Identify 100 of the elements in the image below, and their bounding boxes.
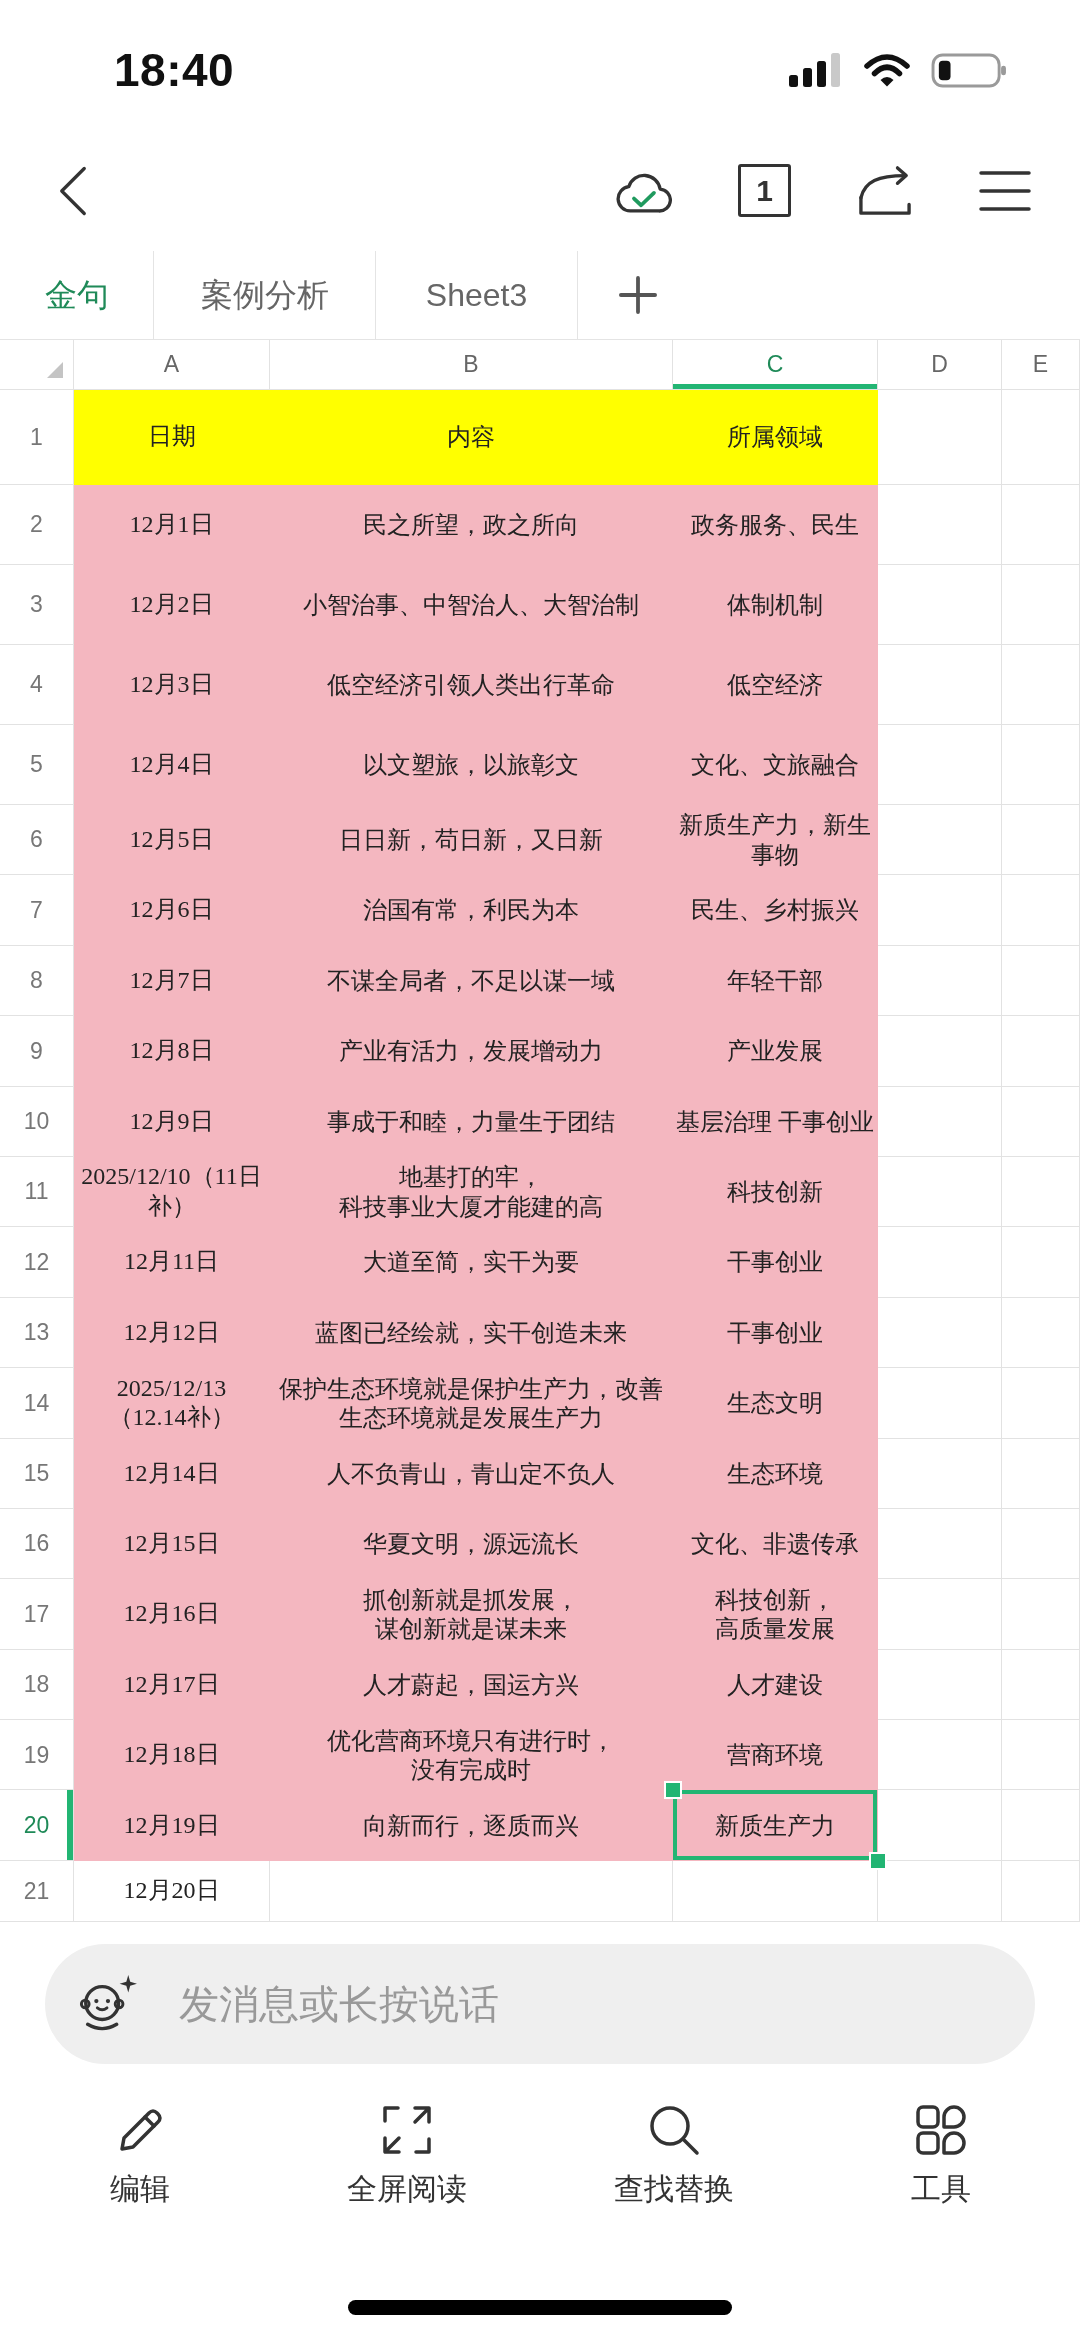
table-cell[interactable] <box>878 645 1002 725</box>
column-header[interactable]: E <box>1002 340 1080 390</box>
table-cell[interactable] <box>878 1649 1002 1721</box>
table-cell[interactable]: 人不负青山，青山定不负人 <box>270 1438 673 1509</box>
toolbar-button[interactable]: 查找替换 <box>540 2102 807 2205</box>
table-cell[interactable]: 文化、文旅融合 <box>673 725 878 805</box>
table-cell[interactable] <box>878 1156 1002 1228</box>
table-cell[interactable]: 政务服务、民生 <box>673 485 878 565</box>
table-cell[interactable] <box>1002 485 1080 565</box>
table-cell[interactable] <box>878 485 1002 565</box>
table-cell[interactable]: 文化、非遗传承 <box>673 1508 878 1580</box>
table-cell[interactable] <box>1002 1227 1080 1298</box>
table-cell[interactable] <box>1002 1579 1080 1650</box>
table-cell[interactable] <box>1002 805 1080 876</box>
table-cell[interactable]: 小智治事、中智治人、大智治制 <box>270 565 673 645</box>
table-cell[interactable] <box>1002 1720 1080 1791</box>
table-cell[interactable] <box>878 875 1002 946</box>
table-cell[interactable]: 干事创业 <box>673 1227 878 1298</box>
table-cell[interactable]: 事成于和睦，力量生于团结 <box>270 1086 673 1157</box>
table-cell[interactable]: 营商环境 <box>673 1720 878 1791</box>
table-cell[interactable] <box>878 1016 1002 1087</box>
table-cell[interactable] <box>1002 1297 1080 1369</box>
table-cell[interactable] <box>878 565 1002 645</box>
share-icon[interactable] <box>857 164 913 217</box>
table-cell[interactable]: 12月15日 <box>74 1508 270 1580</box>
table-cell[interactable]: 12月5日 <box>74 805 270 876</box>
table-cell[interactable] <box>1002 725 1080 805</box>
table-cell[interactable] <box>1002 390 1080 485</box>
table-cell[interactable]: 日日新，苟日新，又日新 <box>270 805 673 876</box>
add-sheet-icon[interactable] <box>619 276 657 314</box>
table-cell[interactable]: 保护生态环境就是保护生产力，改善生态环境就是发展生产力 <box>270 1368 673 1439</box>
table-cell[interactable]: 治国有常，利民为本 <box>270 875 673 946</box>
table-cell[interactable]: 所属领域 <box>673 390 878 485</box>
table-cell[interactable]: 12月16日 <box>74 1579 270 1650</box>
table-cell[interactable]: 12月1日 <box>74 485 270 565</box>
table-cell[interactable]: 向新而行，逐质而兴 <box>270 1790 673 1861</box>
table-cell[interactable] <box>878 1438 1002 1509</box>
table-cell[interactable] <box>1002 645 1080 725</box>
table-cell[interactable]: 12月4日 <box>74 725 270 805</box>
table-cell[interactable]: 2025/12/13（12.14补） <box>74 1368 270 1439</box>
table-cell[interactable] <box>1002 945 1080 1017</box>
table-cell[interactable] <box>878 1720 1002 1791</box>
message-field[interactable]: 发消息或长按说话 <box>45 1944 1035 2064</box>
table-cell[interactable]: 以文塑旅，以旅彰文 <box>270 725 673 805</box>
table-cell[interactable]: 12月6日 <box>74 875 270 946</box>
table-cell[interactable] <box>878 1368 1002 1439</box>
table-cell[interactable]: 12月9日 <box>74 1086 270 1157</box>
table-cell[interactable] <box>1002 1790 1080 1861</box>
table-cell[interactable]: 12月11日 <box>74 1227 270 1298</box>
table-cell[interactable]: 日期 <box>74 390 270 485</box>
select-all-triangle-icon[interactable] <box>47 362 63 378</box>
selection-handle-icon[interactable] <box>869 1851 887 1870</box>
table-cell[interactable]: 优化营商环境只有进行时， 没有完成时 <box>270 1720 673 1791</box>
table-cell[interactable] <box>1002 565 1080 645</box>
table-cell[interactable]: 12月8日 <box>74 1016 270 1087</box>
table-cell[interactable]: 地基打的牢， 科技事业大厦才能建的高 <box>270 1156 673 1228</box>
table-cell[interactable]: 不谋全局者，不足以谋一域 <box>270 945 673 1017</box>
table-cell[interactable]: 新质生产力，新生事物 <box>673 805 878 876</box>
toolbar-button[interactable]: 编辑 <box>6 2102 273 2205</box>
column-header[interactable]: D <box>878 340 1002 390</box>
table-cell[interactable]: 基层治理 干事创业 <box>673 1086 878 1157</box>
table-cell[interactable]: 低空经济 <box>673 645 878 725</box>
table-cell[interactable]: 人才建设 <box>673 1649 878 1721</box>
menu-icon[interactable] <box>979 169 1031 212</box>
table-cell[interactable]: 内容 <box>270 390 673 485</box>
toolbar-button[interactable]: 全屏阅读 <box>273 2102 540 2205</box>
table-cell[interactable]: 12月17日 <box>74 1649 270 1721</box>
table-cell[interactable]: 科技创新， 高质量发展 <box>673 1579 878 1650</box>
row-header[interactable]: 20 <box>0 1790 74 1861</box>
table-cell[interactable] <box>1002 1016 1080 1087</box>
toolbar-button[interactable]: 工具 <box>807 2102 1074 2205</box>
table-cell[interactable]: 大道至简，实干为要 <box>270 1227 673 1298</box>
table-cell[interactable]: 体制机制 <box>673 565 878 645</box>
table-cell[interactable]: 低空经济引领人类出行革命 <box>270 645 673 725</box>
table-cell[interactable]: 年轻干部 <box>673 945 878 1017</box>
table-cell[interactable] <box>878 725 1002 805</box>
table-cell[interactable]: 12月18日 <box>74 1720 270 1791</box>
table-cell[interactable] <box>878 1227 1002 1298</box>
table-cell[interactable]: 12月12日 <box>74 1297 270 1369</box>
table-cell[interactable] <box>878 390 1002 485</box>
table-cell[interactable]: 12月19日 <box>74 1790 270 1861</box>
column-header[interactable]: C <box>673 340 878 390</box>
table-cell[interactable] <box>1002 1649 1080 1721</box>
table-cell[interactable] <box>878 1508 1002 1580</box>
message-input[interactable]: 发消息或长按说话 <box>179 1974 995 2034</box>
table-cell[interactable]: 2025/12/10（11日补） <box>74 1156 270 1228</box>
table-cell[interactable] <box>1002 1156 1080 1228</box>
page-count-button[interactable]: 1 <box>738 164 791 217</box>
table-cell[interactable] <box>1002 1438 1080 1509</box>
table-cell[interactable]: 12月3日 <box>74 645 270 725</box>
table-cell[interactable]: 民之所望，政之所向 <box>270 485 673 565</box>
table-cell[interactable]: 人才蔚起，国运方兴 <box>270 1649 673 1721</box>
table-cell[interactable] <box>878 1086 1002 1157</box>
table-cell[interactable]: 12月2日 <box>74 565 270 645</box>
table-cell[interactable]: 产业有活力，发展增动力 <box>270 1016 673 1087</box>
table-cell[interactable] <box>878 945 1002 1017</box>
table-cell[interactable]: 12月7日 <box>74 945 270 1017</box>
table-cell[interactable]: 生态环境 <box>673 1438 878 1509</box>
table-cell[interactable]: 蓝图已经绘就，实干创造未来 <box>270 1297 673 1369</box>
table-cell[interactable]: 生态文明 <box>673 1368 878 1439</box>
